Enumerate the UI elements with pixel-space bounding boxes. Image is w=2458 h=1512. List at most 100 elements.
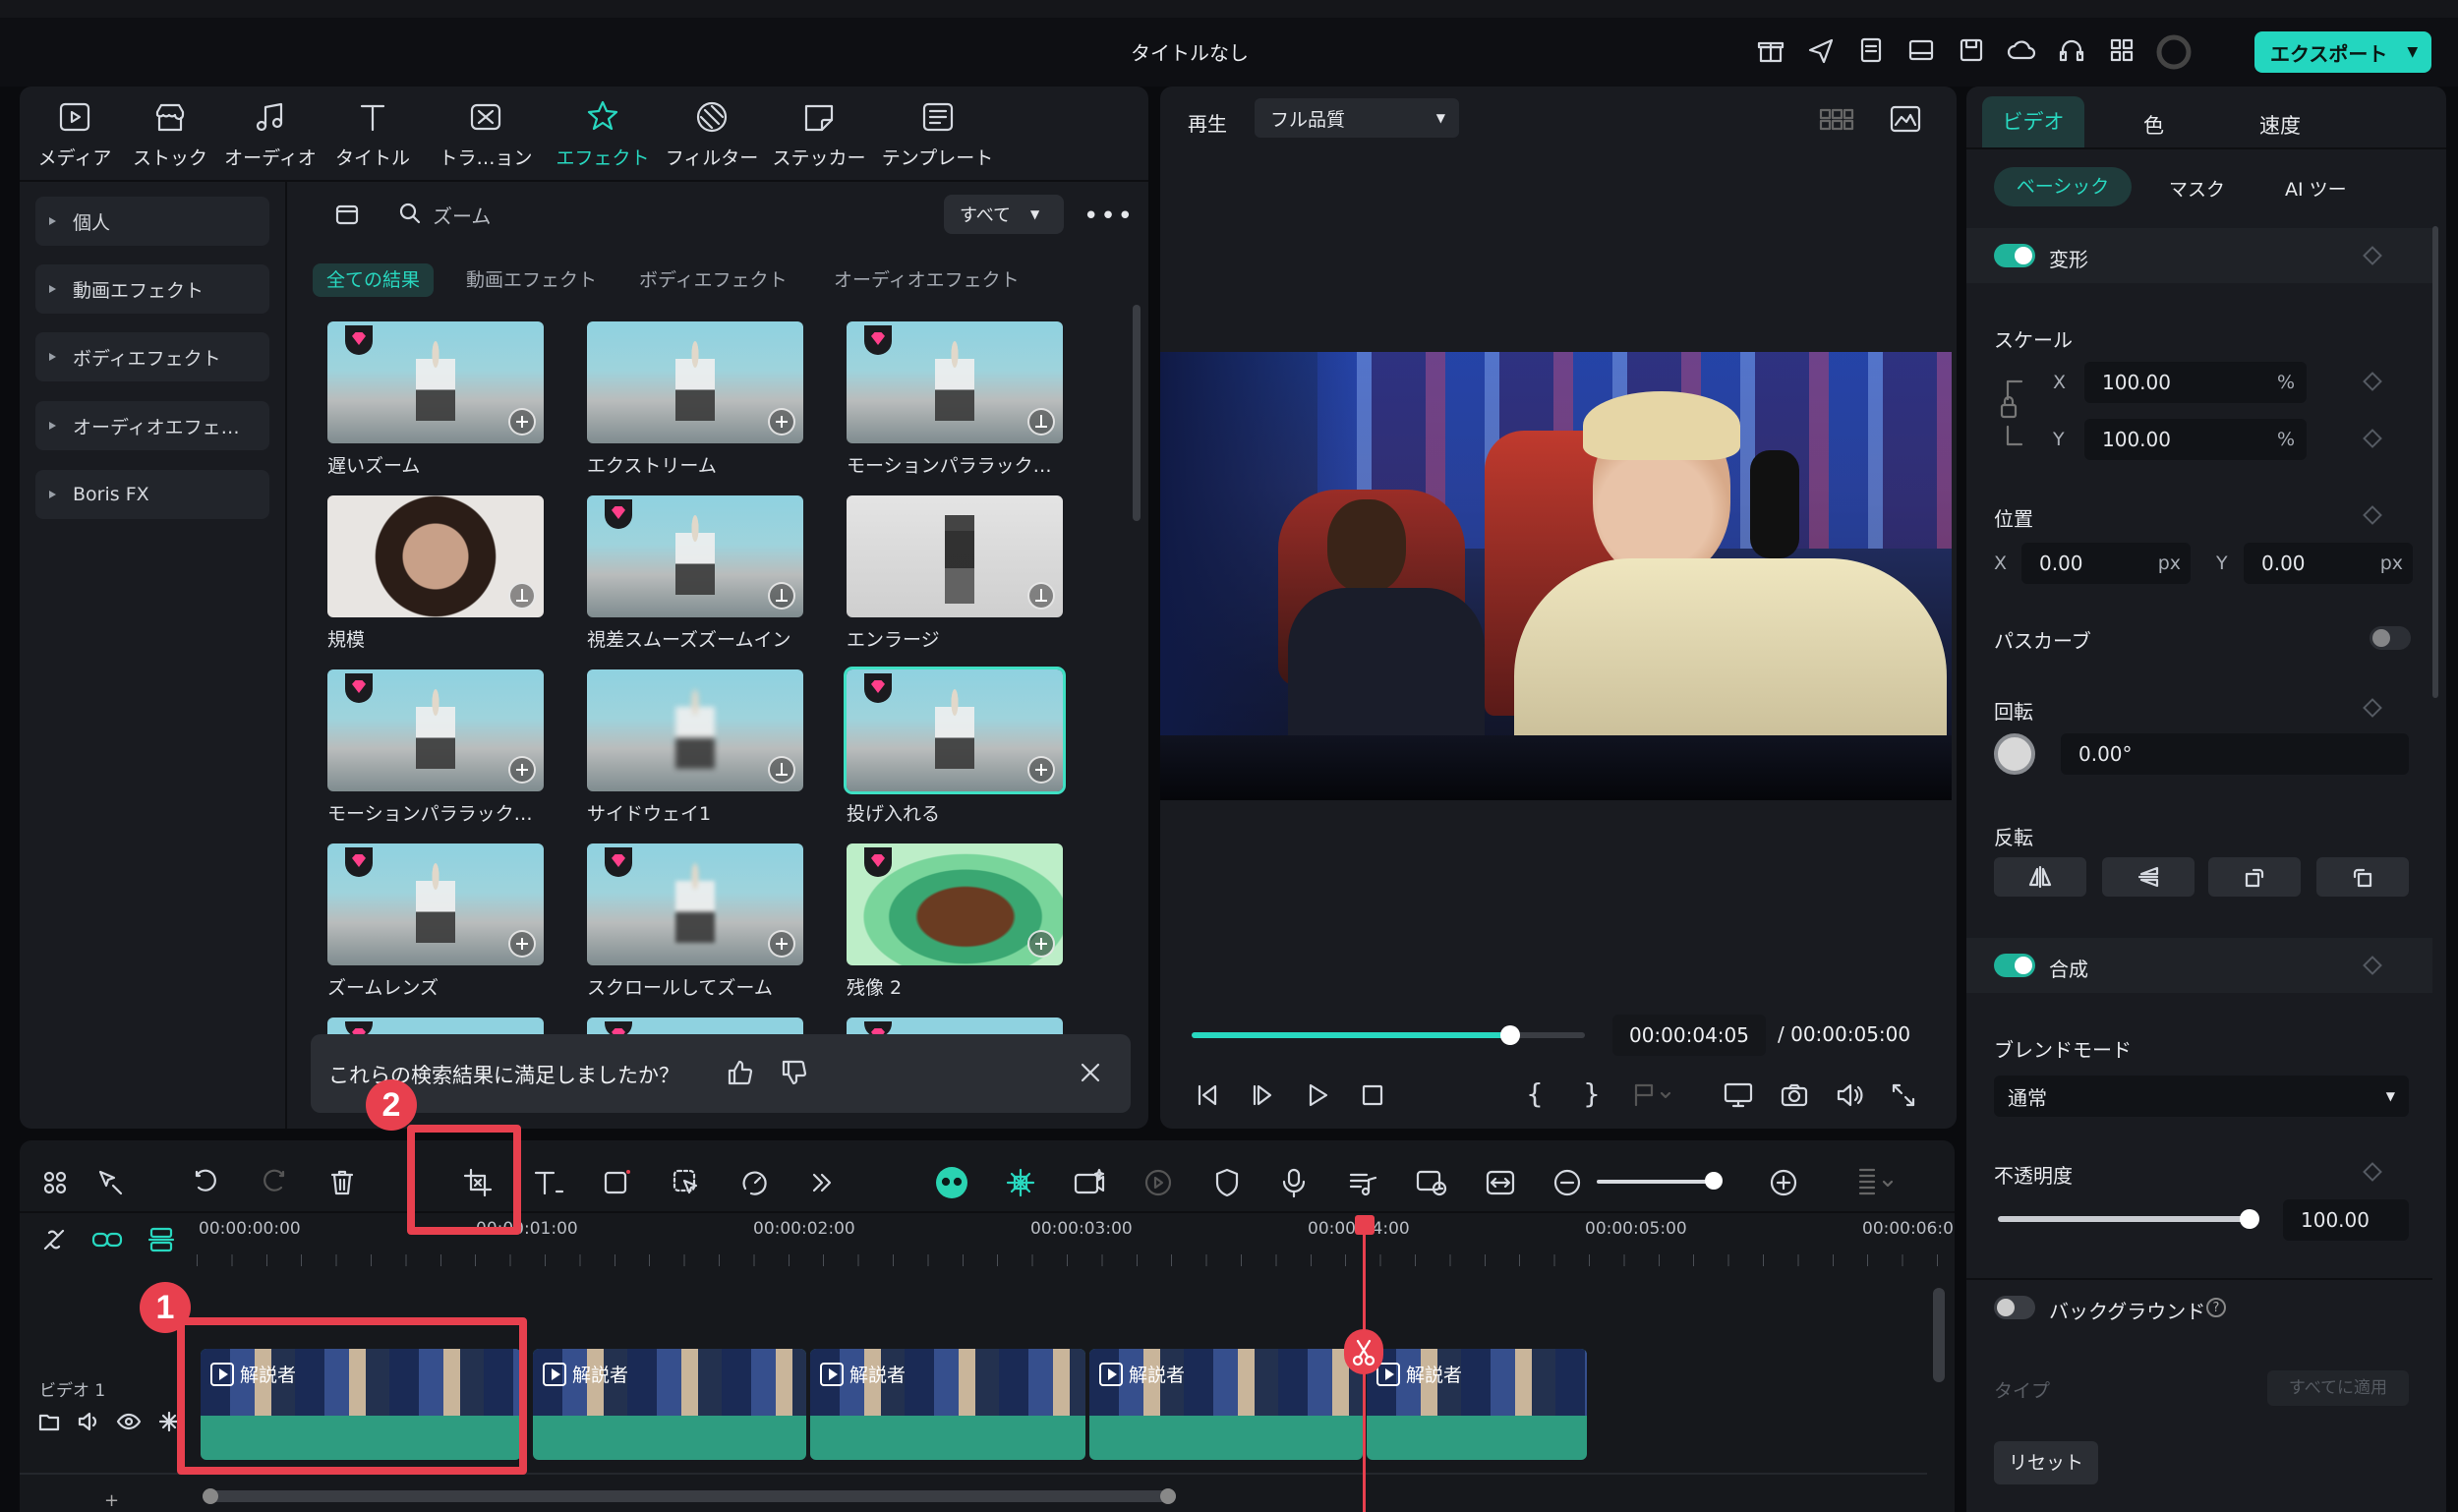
- effect-card[interactable]: 遅いズーム: [327, 321, 544, 478]
- apply-all-button[interactable]: すべてに適用: [2267, 1370, 2409, 1406]
- download-icon[interactable]: [768, 582, 795, 610]
- tab-speed[interactable]: 速度: [2259, 110, 2301, 140]
- tab-template[interactable]: テンプレート: [881, 98, 994, 170]
- marker-icon[interactable]: [1632, 1081, 1671, 1109]
- effect-card[interactable]: モーションパララック…: [327, 669, 544, 826]
- delete-icon[interactable]: [322, 1163, 362, 1202]
- zoom-slider-knob[interactable]: [1705, 1172, 1723, 1190]
- fullscreen-icon[interactable]: [1890, 1081, 1917, 1109]
- stop-icon[interactable]: [1359, 1081, 1386, 1109]
- help-icon[interactable]: ?: [2206, 1298, 2226, 1317]
- add-icon[interactable]: [1027, 756, 1055, 784]
- tab-transition[interactable]: トラ…ョン: [432, 98, 540, 170]
- scroll-handle-left[interactable]: [203, 1488, 218, 1504]
- download-icon[interactable]: [768, 756, 795, 784]
- ai-copilot-icon[interactable]: [932, 1163, 971, 1202]
- scale-x-input[interactable]: 100.00%: [2084, 362, 2307, 403]
- tab-stock[interactable]: ストック: [116, 98, 224, 170]
- tab-audio[interactable]: オーディオ: [216, 98, 324, 170]
- mask-tool-icon[interactable]: [667, 1163, 706, 1202]
- monitor-icon[interactable]: [1723, 1081, 1754, 1109]
- timeline-vscrollbar[interactable]: [1933, 1288, 1945, 1382]
- previous-frame-icon[interactable]: [1194, 1081, 1221, 1109]
- shape-tool-icon[interactable]: [598, 1163, 637, 1202]
- play-icon[interactable]: [1304, 1081, 1331, 1109]
- add-icon[interactable]: [508, 756, 536, 784]
- filter-tab-audio[interactable]: オーディオエフェクト: [820, 263, 1033, 297]
- redo-icon[interactable]: [254, 1163, 293, 1202]
- link-icon[interactable]: [90, 1225, 124, 1254]
- close-icon[interactable]: [1078, 1060, 1103, 1085]
- fit-icon[interactable]: [1481, 1163, 1520, 1202]
- timeline-clip[interactable]: 解説者: [810, 1349, 1085, 1460]
- export-button[interactable]: エクスポート ▼: [2254, 31, 2431, 73]
- progress-track[interactable]: [1192, 1025, 1585, 1045]
- download-icon[interactable]: [508, 582, 536, 610]
- layout-grid-icon[interactable]: [35, 1163, 75, 1202]
- effect-card[interactable]: 規模: [327, 495, 544, 652]
- profile-icon[interactable]: [2156, 34, 2192, 70]
- opacity-slider[interactable]: [1998, 1209, 2259, 1229]
- microphone-icon[interactable]: [1274, 1163, 1314, 1202]
- auto-enhance-icon[interactable]: [1001, 1163, 1040, 1202]
- track-layout-icon[interactable]: [1856, 1163, 1896, 1202]
- mark-in-icon[interactable]: {: [1526, 1077, 1544, 1110]
- effect-card-selected[interactable]: 投げ入れる: [844, 667, 1066, 826]
- effect-card[interactable]: 残像 2: [847, 843, 1063, 1000]
- add-track-icon[interactable]: +: [104, 1490, 119, 1511]
- more-icon[interactable]: •••: [1083, 202, 1135, 231]
- thumbs-up-icon[interactable]: [726, 1058, 755, 1087]
- save-icon[interactable]: [1956, 34, 1987, 70]
- progress-knob[interactable]: [1500, 1025, 1520, 1045]
- undo-icon[interactable]: [187, 1163, 226, 1202]
- download-icon[interactable]: [1027, 582, 1055, 610]
- eye-icon[interactable]: [116, 1410, 142, 1433]
- composite-toggle[interactable]: [1994, 954, 2035, 977]
- effect-card[interactable]: エンラージ: [847, 495, 1063, 652]
- tab-color[interactable]: 色: [2143, 110, 2164, 140]
- send-icon[interactable]: [1805, 34, 1837, 70]
- grid-scrollbar[interactable]: [1133, 305, 1141, 521]
- layout-icon[interactable]: [1905, 34, 1937, 70]
- scroll-handle-right[interactable]: [1160, 1488, 1176, 1504]
- add-icon[interactable]: [508, 408, 536, 436]
- filter-tab-body[interactable]: ボディエフェクト: [625, 263, 801, 297]
- speaker-icon[interactable]: [77, 1410, 100, 1433]
- grid-icon[interactable]: [2106, 34, 2137, 70]
- subtab-basic[interactable]: ベーシック: [1994, 167, 2132, 206]
- effect-card[interactable]: スクロールしてズーム: [587, 843, 803, 1000]
- quality-dropdown[interactable]: フル品質 ▼: [1255, 98, 1459, 138]
- subtab-ai-tools[interactable]: AI ツー: [2285, 175, 2348, 202]
- blend-mode-dropdown[interactable]: 通常 ▼: [1994, 1076, 2409, 1117]
- speed-icon[interactable]: [735, 1163, 775, 1202]
- position-y-input[interactable]: 0.00 px: [2244, 543, 2413, 584]
- mark-out-icon[interactable]: }: [1583, 1077, 1601, 1110]
- text-tool-icon[interactable]: [529, 1163, 568, 1202]
- gift-icon[interactable]: [1755, 34, 1786, 70]
- position-x-input[interactable]: 0.00 px: [2021, 543, 2191, 584]
- property-scrollbar[interactable]: [2432, 226, 2438, 698]
- effect-card[interactable]: 視差スムーズズームイン: [587, 495, 803, 652]
- tab-effect[interactable]: エフェクト: [549, 98, 657, 170]
- tab-sticker[interactable]: ステッカー: [765, 98, 873, 170]
- rotate-counterclockwise-button[interactable]: [2316, 857, 2409, 897]
- scissors-icon[interactable]: [1344, 1329, 1383, 1374]
- video-preview[interactable]: [1160, 352, 1952, 800]
- screen-record-icon[interactable]: [1412, 1163, 1451, 1202]
- scale-y-input[interactable]: 100.00%: [2084, 419, 2307, 460]
- shield-icon[interactable]: [1207, 1163, 1247, 1202]
- flip-vertical-button[interactable]: [2102, 857, 2195, 897]
- zoom-out-icon[interactable]: [1548, 1163, 1587, 1202]
- filter-tab-all[interactable]: 全ての結果: [313, 263, 435, 297]
- next-frame-icon[interactable]: [1249, 1081, 1276, 1109]
- effect-card[interactable]: サイドウェイ1: [587, 669, 803, 826]
- select-tool-icon[interactable]: [90, 1163, 130, 1202]
- category-personal[interactable]: 個人: [35, 197, 269, 246]
- volume-icon[interactable]: [1835, 1081, 1864, 1109]
- document-icon[interactable]: [1855, 34, 1887, 70]
- rotation-dial[interactable]: [1994, 733, 2035, 775]
- headset-icon[interactable]: [2056, 34, 2087, 70]
- filter-tab-video[interactable]: 動画エフェクト: [452, 263, 611, 297]
- add-icon[interactable]: [768, 930, 795, 958]
- add-icon[interactable]: [768, 408, 795, 436]
